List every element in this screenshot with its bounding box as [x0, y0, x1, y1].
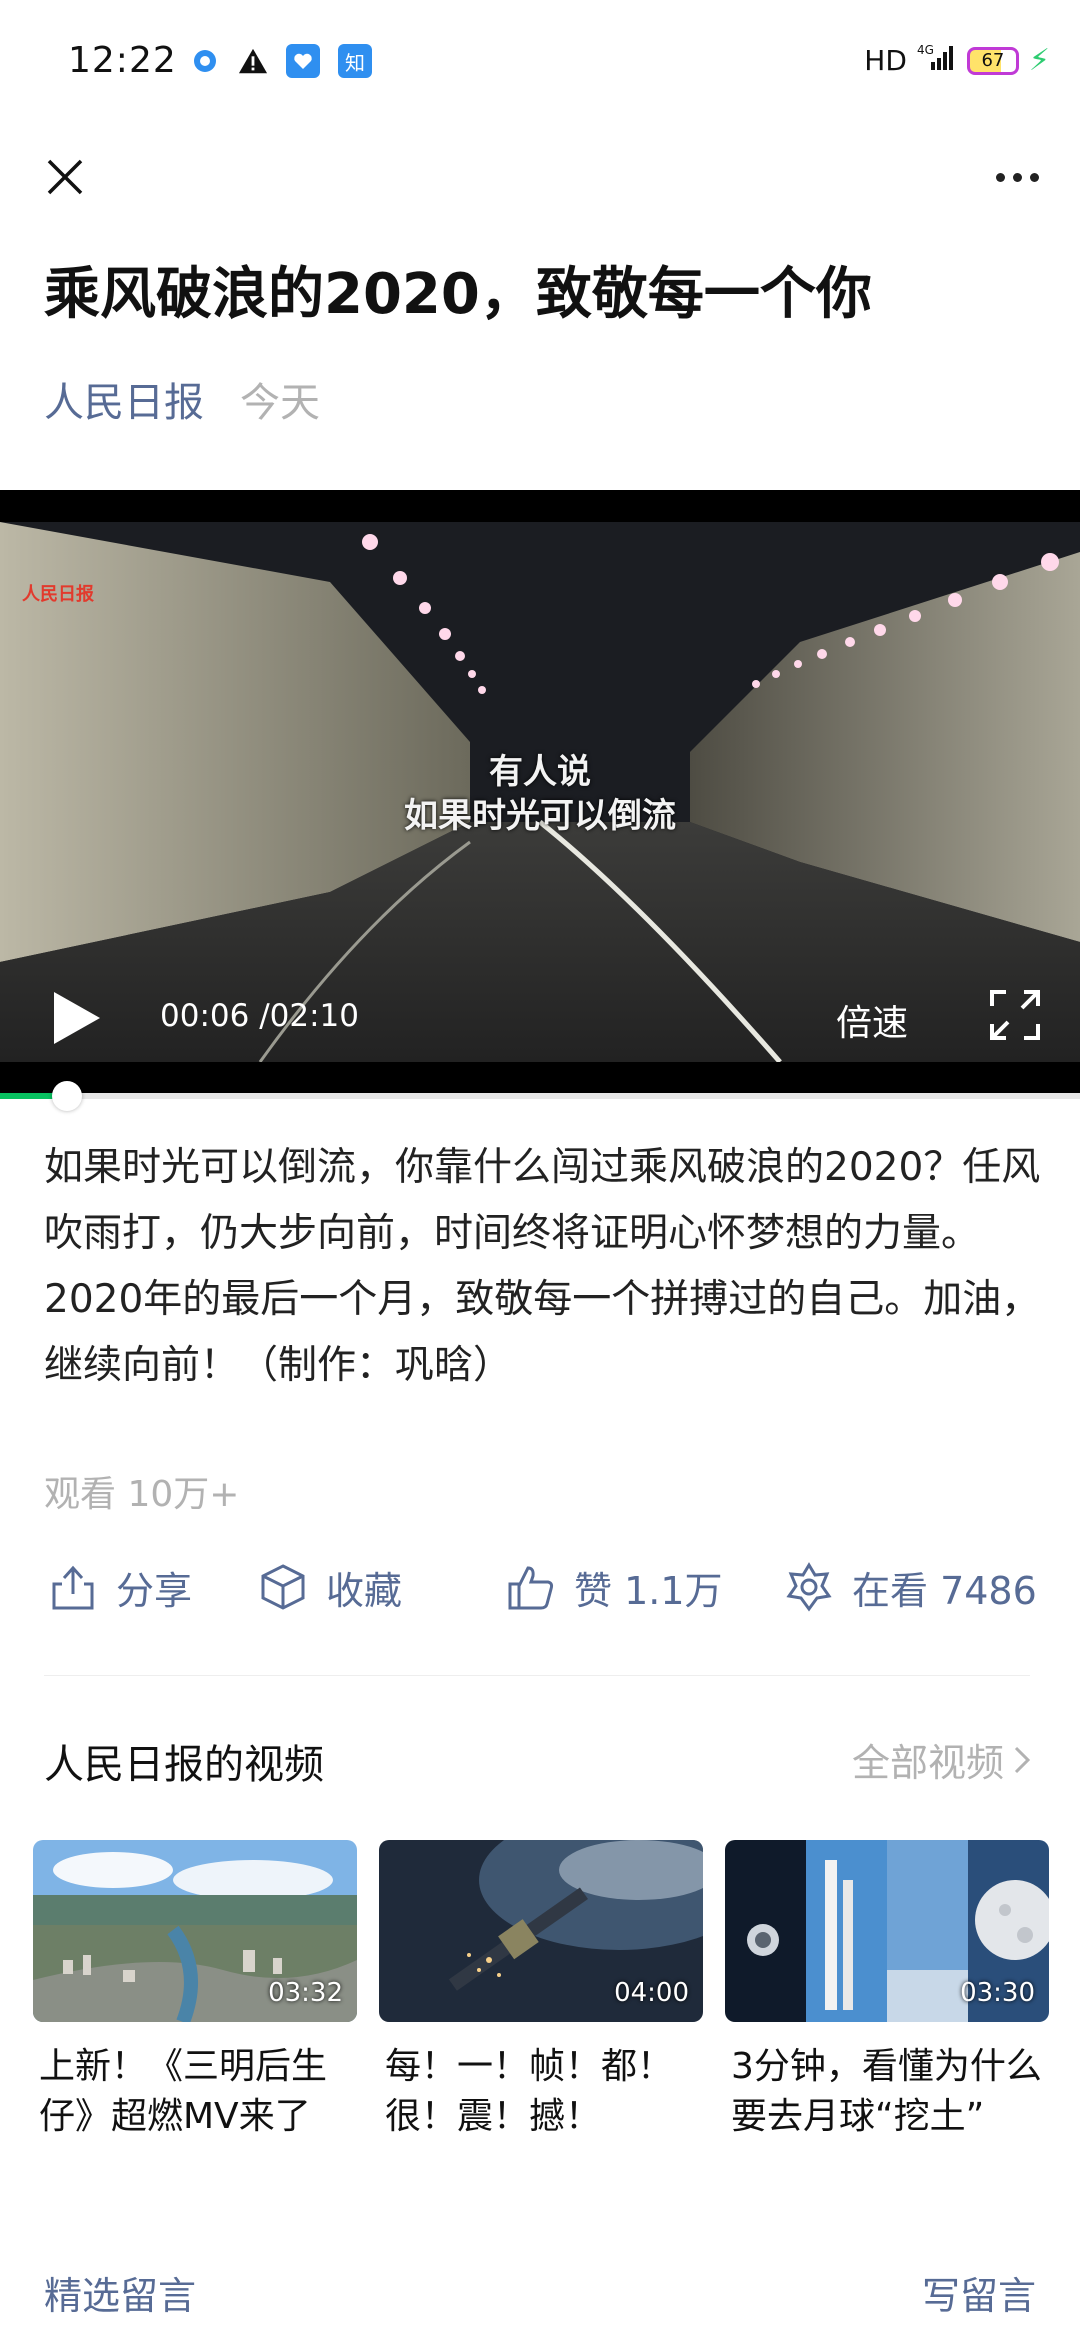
close-button[interactable]: [30, 142, 100, 212]
warning-icon: [238, 46, 268, 76]
more-dot-icon: [1012, 172, 1022, 182]
play-icon: [54, 992, 100, 1044]
video-duration: 04:00: [614, 1978, 689, 2008]
write-comment-button[interactable]: 写留言: [922, 2265, 1036, 2320]
more-options-button[interactable]: [982, 142, 1052, 212]
video-duration: 03:32: [268, 1978, 343, 2008]
fullscreen-button[interactable]: [990, 990, 1040, 1040]
total-duration: /02:10: [259, 998, 359, 1034]
svg-text:4G: 4G: [917, 43, 934, 57]
video-player[interactable]: 人民日报 有人说 如果时光可以倒流 00:06 /02:10 倍速: [0, 490, 1080, 1095]
fullscreen-icon: [990, 990, 1040, 1040]
section-divider: [44, 1675, 1030, 1676]
circle-notification-icon: [190, 46, 220, 76]
current-time: 00:06: [160, 998, 250, 1034]
zhihu-app-icon: 知: [338, 44, 372, 78]
see-all-videos-link[interactable]: 全部视频: [852, 1732, 1032, 1787]
share-button[interactable]: 分享: [48, 1555, 192, 1619]
cube-favorite-icon: [261, 1564, 305, 1610]
video-thumbnail[interactable]: 04:00: [379, 1840, 703, 2022]
close-icon: [47, 159, 83, 195]
article-meta: 人民日报 今天: [44, 370, 320, 428]
video-watermark: 人民日报: [22, 584, 94, 605]
favorite-button[interactable]: 收藏: [258, 1555, 402, 1619]
like-label: 赞 1.1万: [574, 1568, 723, 1613]
related-video-card[interactable]: 03:30 3分钟，看懂为什么要去月球“挖土”: [725, 1840, 1049, 2142]
related-video-card[interactable]: 04:00 每！一！帧！都！很！震！撼！: [379, 1840, 703, 2142]
related-videos-list: 03:32 上新！《三明后生仔》超燃MV来了 04:00 每！一！帧！都！很！震…: [33, 1840, 1053, 2142]
video-subtitle-line-2: 如果时光可以倒流: [404, 796, 676, 836]
related-videos-title: 人民日报的视频: [44, 1742, 324, 1788]
more-dot-icon: [1029, 172, 1039, 182]
article-description: 如果时光可以倒流，你靠什么闯过乘风破浪的2020？任风吹雨打，仍大步向前，时间终…: [44, 1145, 1041, 1388]
status-time: 12:22: [68, 40, 177, 81]
video-subtitle-line-1: 有人说: [489, 752, 591, 792]
watching-star-icon: [786, 1562, 832, 1612]
video-frame[interactable]: 人民日报 有人说 如果时光可以倒流: [0, 522, 1080, 1062]
watching-label: 在看 7486: [852, 1568, 1037, 1613]
video-duration: 03:30: [960, 1978, 1035, 2008]
video-progress-fill: [0, 1093, 54, 1099]
share-icon: [52, 1565, 94, 1610]
network-type: HD: [864, 44, 907, 77]
chevron-right-icon: [1014, 1746, 1031, 1773]
related-video-title[interactable]: 3分钟，看懂为什么要去月球“挖土”: [725, 2042, 1049, 2142]
view-count: 观看 10万+: [44, 1474, 240, 1515]
video-progress-bar[interactable]: [0, 1093, 1080, 1099]
thumbs-up-icon: [508, 1566, 554, 1610]
comments-header: 精选留言 写留言: [44, 2265, 1036, 2325]
playback-speed-button[interactable]: 倍速: [836, 994, 908, 1046]
video-thumbnail[interactable]: 03:30: [725, 1840, 1049, 2022]
related-video-title[interactable]: 每！一！帧！都！很！震！撼！: [379, 2042, 703, 2142]
more-dot-icon: [995, 172, 1005, 182]
top-nav-bar: [0, 130, 1080, 230]
status-bar: 12:22 知 HD 4G 67 ⚡: [0, 0, 1080, 130]
related-video-card[interactable]: 03:32 上新！《三明后生仔》超燃MV来了: [33, 1840, 357, 2142]
play-button[interactable]: [48, 990, 104, 1046]
charging-icon: ⚡: [1028, 43, 1050, 78]
share-label: 分享: [116, 1568, 193, 1613]
action-bar: 分享 收藏 赞 1.1万 在看 7486: [0, 1555, 1080, 1635]
signal-icon: 4G: [917, 42, 957, 79]
publish-date: 今天: [240, 380, 320, 426]
battery-icon: 67: [966, 46, 1019, 75]
watching-button[interactable]: 在看 7486: [784, 1555, 1037, 1619]
featured-comments-label: 精选留言: [44, 2274, 197, 2318]
article-title: 乘风破浪的2020，致敬每一个你: [44, 262, 872, 327]
see-all-label: 全部视频: [851, 1741, 1004, 1785]
author-link[interactable]: 人民日报: [44, 370, 204, 428]
related-video-title[interactable]: 上新！《三明后生仔》超燃MV来了: [33, 2042, 357, 2142]
system-status: HD 4G 67 ⚡: [864, 42, 1050, 79]
app-notification-icon: [286, 44, 320, 78]
battery-level: 67: [981, 50, 1005, 71]
favorite-label: 收藏: [326, 1568, 403, 1613]
video-time: 00:06 /02:10: [160, 998, 359, 1034]
video-progress-handle[interactable]: [52, 1081, 82, 1111]
video-thumbnail[interactable]: 03:32: [33, 1840, 357, 2022]
notification-icons: 知: [190, 44, 372, 78]
like-button[interactable]: 赞 1.1万: [506, 1555, 723, 1619]
